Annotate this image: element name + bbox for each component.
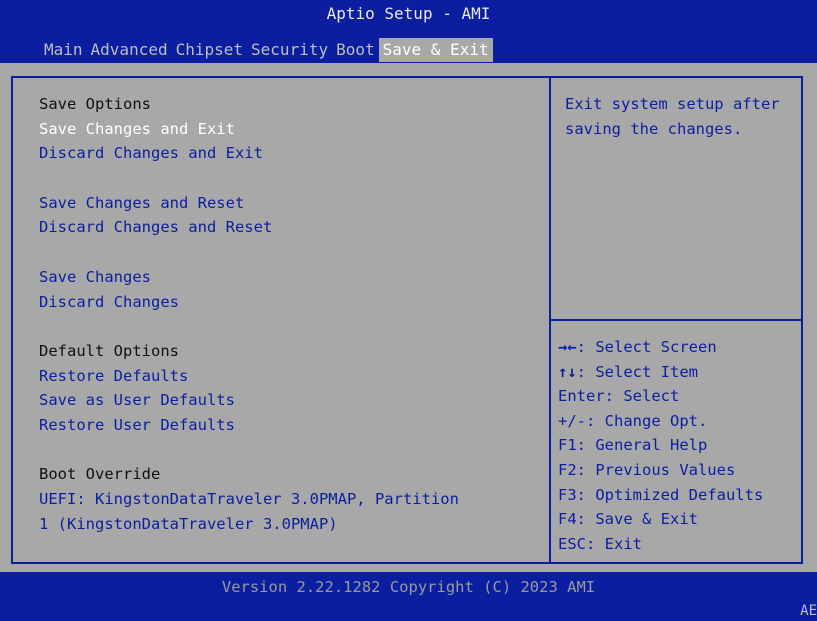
help-divider: [551, 319, 803, 321]
tab-advanced[interactable]: Advanced: [87, 38, 172, 62]
setup-title: Aptio Setup - AMI: [326, 4, 491, 23]
key-legend: →←: Select Screen ↑↓: Select Item Enter:…: [558, 335, 802, 556]
up-down-arrows-icon: ↑↓: [558, 362, 577, 381]
key-text: : Select Screen: [576, 338, 717, 356]
menu-item-discard-changes-and-reset[interactable]: Discard Changes and Reset: [39, 215, 544, 240]
key-text: : Select Item: [576, 362, 698, 381]
tab-security[interactable]: Security: [247, 38, 332, 62]
default-options-header: Default Options: [39, 341, 179, 360]
menu-item-save-changes[interactable]: Save Changes: [39, 265, 544, 290]
boot-override-line-1: UEFI: KingstonDataTraveler 3.0PMAP, Part…: [39, 490, 459, 508]
boot-override-header: Boot Override: [39, 465, 161, 484]
left-right-arrows-icon: →←: [558, 338, 577, 356]
menu-item-save-as-user-defaults[interactable]: Save as User Defaults: [39, 388, 544, 413]
menu-item-save-changes-and-exit[interactable]: Save Changes and Exit: [39, 117, 544, 142]
menu-item-boot-override-uefi[interactable]: UEFI: KingstonDataTraveler 3.0PMAP, Part…: [39, 487, 544, 536]
save-options-header: Save Options: [39, 95, 151, 113]
tab-save-exit[interactable]: Save & Exit: [378, 38, 493, 62]
key-legend-item: +/-: Change Opt.: [558, 411, 708, 430]
tab-main[interactable]: Main: [40, 38, 87, 62]
boot-override-line-2: 1 (KingstonDataTraveler 3.0PMAP): [39, 514, 338, 533]
tab-boot[interactable]: Boot: [332, 38, 379, 62]
key-legend-item: Enter: Select: [558, 387, 680, 406]
key-legend-item: ESC: Exit: [558, 534, 642, 553]
menu-list: Save Options Save Changes and Exit Disca…: [39, 92, 544, 536]
corner-indicator: AE: [800, 603, 817, 619]
key-legend-item: F4: Save & Exit: [558, 510, 698, 529]
key-legend-item: F2: Previous Values: [558, 460, 736, 479]
tab-chipset[interactable]: Chipset: [172, 38, 247, 62]
title-bar: Aptio Setup - AMI Main Advanced Chipset …: [0, 0, 817, 63]
key-legend-item: →←: Select Screen: [558, 335, 802, 360]
tab-bar: Main Advanced Chipset Security Boot Save…: [40, 38, 493, 62]
key-legend-item: F1: General Help: [558, 436, 708, 455]
key-legend-item: F3: Optimized Defaults: [558, 485, 764, 504]
menu-item-restore-defaults[interactable]: Restore Defaults: [39, 364, 544, 389]
menu-item-save-changes-and-reset[interactable]: Save Changes and Reset: [39, 191, 544, 216]
footer-bar: Version 2.22.1282 Copyright (C) 2023 AMI…: [0, 572, 817, 621]
key-legend-item: ↑↓: Select Item: [558, 360, 802, 385]
menu-item-restore-user-defaults[interactable]: Restore User Defaults: [39, 413, 544, 438]
version-text: Version 2.22.1282 Copyright (C) 2023 AMI: [221, 578, 596, 596]
help-text: Exit system setup after saving the chang…: [565, 95, 789, 138]
menu-item-discard-changes[interactable]: Discard Changes: [39, 290, 544, 315]
menu-item-discard-changes-and-exit[interactable]: Discard Changes and Exit: [39, 141, 544, 166]
